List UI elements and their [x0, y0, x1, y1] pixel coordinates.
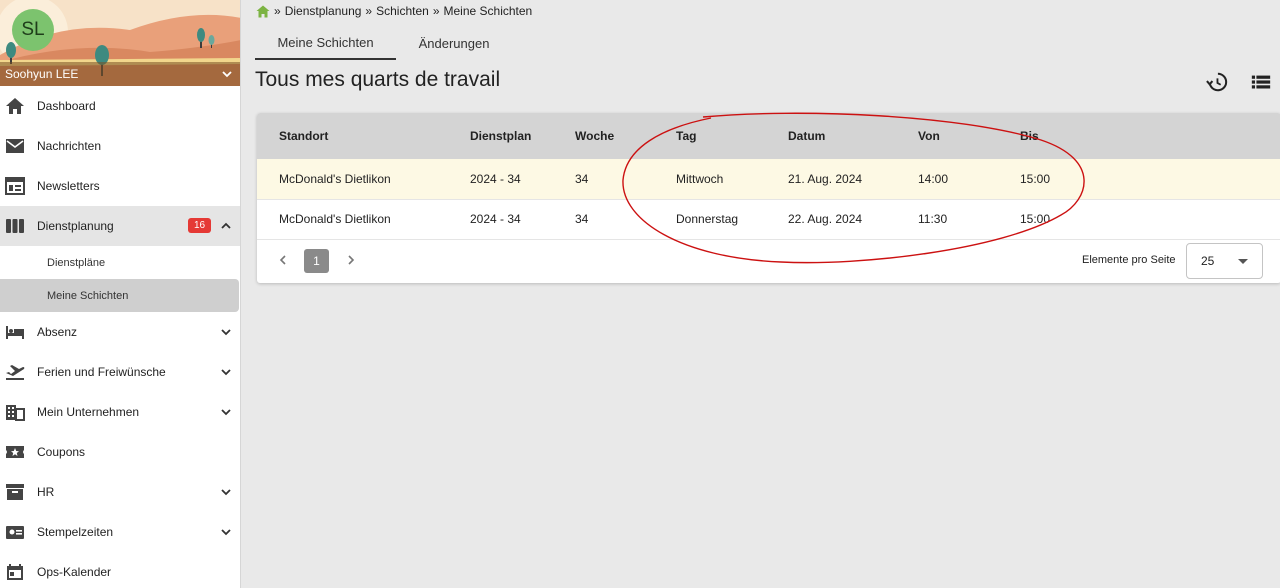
cell-bis: 15:00: [1020, 199, 1280, 240]
sidebar-item-dienstplanung[interactable]: Dienstplanung 16: [0, 206, 240, 246]
breadcrumb-schichten[interactable]: Schichten: [376, 4, 429, 18]
cell-datum: 22. Aug. 2024: [788, 199, 918, 240]
cell-standort: McDonald's Dietlikon: [257, 159, 470, 200]
table-header-row: Standort Dienstplan Woche Tag Datum Von …: [257, 113, 1280, 159]
main-content: » Dienstplanung » Schichten » Meine Schi…: [241, 0, 1280, 588]
sidebar-item-coupons[interactable]: Coupons: [0, 432, 240, 472]
column-header-standort[interactable]: Standort: [257, 113, 470, 159]
cell-dienstplan: 2024 - 34: [470, 159, 575, 200]
bed-icon: [6, 326, 24, 339]
sidebar-item-label: Ops-Kalender: [37, 565, 112, 579]
chevron-down-icon[interactable]: [220, 406, 232, 418]
chevron-down-icon[interactable]: [220, 366, 232, 378]
column-header-tag[interactable]: Tag: [676, 113, 788, 159]
avatar[interactable]: SL: [12, 9, 54, 51]
schedule-columns-icon: [6, 219, 24, 233]
page-title: Tous mes quarts de travail: [255, 68, 501, 91]
chevron-down-icon[interactable]: [220, 486, 232, 498]
mail-icon: [6, 139, 24, 153]
sidebar-item-nachrichten[interactable]: Nachrichten: [0, 126, 240, 166]
archive-icon: [6, 484, 24, 500]
cell-woche: 34: [575, 199, 676, 240]
shifts-table: Standort Dienstplan Woche Tag Datum Von …: [257, 113, 1280, 240]
chevron-up-icon[interactable]: [220, 220, 232, 232]
sidebar-item-label: Dienstplanung: [37, 219, 114, 233]
sidebar-item-newsletters[interactable]: Newsletters: [0, 166, 240, 206]
sidebar-item-mein-unternehmen[interactable]: Mein Unternehmen: [0, 392, 240, 432]
column-header-dienstplan[interactable]: Dienstplan: [470, 113, 575, 159]
sidebar-item-label: Mein Unternehmen: [37, 405, 140, 419]
notification-badge: 16: [188, 218, 211, 233]
sidebar-item-label: Newsletters: [37, 179, 100, 193]
cell-datum: 21. Aug. 2024: [788, 159, 918, 200]
sidebar-item-hr[interactable]: HR: [0, 472, 240, 512]
pagination: 1 Elemente pro Seite 25: [257, 241, 1280, 283]
home-icon: [6, 98, 24, 114]
chevron-down-icon[interactable]: [221, 68, 233, 80]
tab-meine-schichten[interactable]: Meine Schichten: [255, 26, 396, 60]
caret-down-icon: [1238, 259, 1248, 264]
sidebar-item-dashboard[interactable]: Dashboard: [0, 86, 240, 126]
column-header-woche[interactable]: Woche: [575, 113, 676, 159]
cell-dienstplan: 2024 - 34: [470, 199, 575, 240]
sidebar-subitem-dienstplaene[interactable]: Dienstpläne: [0, 246, 240, 279]
chevron-right-icon[interactable]: [345, 254, 357, 266]
airplane-icon: [6, 365, 25, 380]
tab-aenderungen[interactable]: Änderungen: [396, 26, 512, 60]
cell-tag: Mittwoch: [676, 159, 788, 200]
chevron-down-icon[interactable]: [220, 326, 232, 338]
home-icon[interactable]: [256, 5, 270, 18]
per-page-value: 25: [1201, 254, 1215, 268]
sidebar-item-label: Dashboard: [37, 99, 96, 113]
breadcrumb: » Dienstplanung » Schichten » Meine Schi…: [256, 3, 532, 19]
sidebar-item-ops-kalender[interactable]: Ops-Kalender: [0, 552, 240, 588]
cell-woche: 34: [575, 159, 676, 200]
sidebar-item-label: Stempelzeiten: [37, 525, 114, 539]
column-header-bis[interactable]: Bis: [1020, 113, 1280, 159]
cell-tag: Donnerstag: [676, 199, 788, 240]
column-header-von[interactable]: Von: [918, 113, 1020, 159]
sidebar-item-label: Ferien und Freiwünsche: [37, 365, 166, 379]
column-header-datum[interactable]: Datum: [788, 113, 918, 159]
sidebar-item-absenz[interactable]: Absenz: [0, 312, 240, 352]
sidebar-item-label: Nachrichten: [37, 139, 102, 153]
sidebar-item-label: Absenz: [37, 325, 78, 339]
sidebar-item-label: Coupons: [37, 445, 86, 459]
history-icon[interactable]: [1206, 71, 1228, 93]
sidebar-item-label: HR: [37, 485, 55, 499]
building-icon: [6, 405, 25, 421]
cell-von: 11:30: [918, 199, 1020, 240]
page-number-button[interactable]: 1: [304, 249, 329, 273]
table-row[interactable]: McDonald's Dietlikon 2024 - 34 34 Mittwo…: [257, 159, 1280, 200]
breadcrumb-separator: »: [274, 4, 281, 18]
breadcrumb-separator: »: [432, 4, 440, 18]
chevron-left-icon[interactable]: [277, 254, 289, 266]
cell-bis: 15:00: [1020, 159, 1280, 200]
per-page-label: Elemente pro Seite: [1082, 254, 1176, 266]
cell-von: 14:00: [918, 159, 1020, 200]
breadcrumb-meine-schichten: Meine Schichten: [443, 4, 533, 18]
sidebar-subitem-meine-schichten[interactable]: Meine Schichten: [0, 279, 239, 312]
profile-header: SL Soohyun LEE: [0, 0, 240, 86]
sidebar: SL Soohyun LEE Dashboard Nachrichten New…: [0, 0, 241, 588]
coupon-icon: [6, 446, 24, 458]
badge-card-icon: [6, 526, 24, 539]
tab-bar: Meine Schichten Änderungen: [255, 26, 512, 60]
breadcrumb-separator: »: [365, 4, 373, 18]
calendar-icon: [7, 564, 23, 580]
user-menu[interactable]: Soohyun LEE: [0, 62, 240, 86]
table-row[interactable]: McDonald's Dietlikon 2024 - 34 34 Donner…: [257, 199, 1280, 240]
sidebar-nav: Dashboard Nachrichten Newsletters Dienst…: [0, 86, 240, 588]
per-page-select[interactable]: 25: [1186, 243, 1263, 279]
cell-standort: McDonald's Dietlikon: [257, 199, 470, 240]
chevron-down-icon[interactable]: [220, 526, 232, 538]
user-name: Soohyun LEE: [5, 67, 79, 81]
shifts-card: Standort Dienstplan Woche Tag Datum Von …: [257, 113, 1280, 283]
sidebar-item-stempelzeiten[interactable]: Stempelzeiten: [0, 512, 240, 552]
newspaper-icon: [5, 177, 25, 195]
sidebar-item-ferien[interactable]: Ferien und Freiwünsche: [0, 352, 240, 392]
breadcrumb-dienstplanung[interactable]: Dienstplanung: [285, 4, 362, 18]
list-view-icon[interactable]: [1250, 71, 1272, 93]
